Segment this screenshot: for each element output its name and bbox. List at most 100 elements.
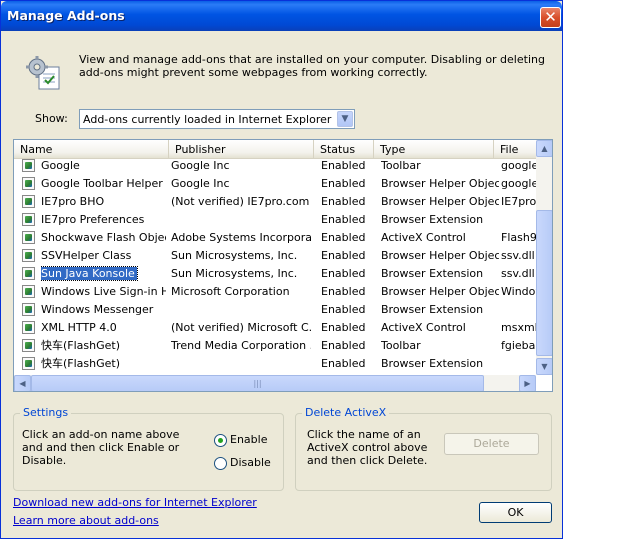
addon-icon [22, 159, 35, 172]
learn-more-link[interactable]: Learn more about add-ons [13, 514, 159, 527]
cell-status: Enabled [321, 213, 366, 226]
chevron-down-icon[interactable]: ▼ [337, 111, 353, 127]
cell-type: Browser Helper Object [381, 195, 499, 208]
vertical-scroll-thumb[interactable] [536, 210, 552, 356]
cell-publisher [171, 211, 311, 229]
cell-status: Enabled [321, 231, 366, 244]
table-row[interactable]: Google Google Inc Enabled Toolbar googlet [14, 157, 536, 175]
addon-icon [22, 195, 35, 208]
cell-file: IE7pro [501, 195, 536, 208]
scroll-down-icon[interactable]: ▼ [536, 358, 552, 375]
cell-status: Enabled [321, 285, 366, 298]
table-row[interactable]: Shockwave Flash Object Adobe Systems Inco… [14, 229, 536, 247]
cell-publisher [171, 301, 311, 319]
close-button[interactable]: ✕ [540, 7, 561, 28]
manage-addons-dialog: Manage Add-ons ✕ View and manage add-ons… [0, 0, 563, 539]
cell-file: ssv.dll [501, 249, 535, 262]
cell-status: Enabled [321, 195, 366, 208]
horizontal-scroll-thumb[interactable]: ||| [31, 375, 484, 391]
cell-type: Browser Extension [381, 267, 484, 280]
cell-type: Toolbar [381, 159, 421, 172]
cell-publisher: Sun Microsystems, Inc. [171, 249, 298, 262]
cell-publisher: (Not verified) IE7pro.com [171, 195, 310, 208]
addon-icon [22, 339, 35, 352]
title-bar[interactable]: Manage Add-ons ✕ [1, 1, 562, 31]
table-row[interactable]: IE7pro Preferences Enabled Browser Extensi… [14, 211, 536, 229]
cell-name: Sun Java Konsole [41, 265, 166, 283]
list-rows: GoogleGoogle IncEnabledToolbargoogletGoo… [14, 157, 536, 375]
cell-name: Shockwave Flash Object [41, 231, 166, 244]
enable-label[interactable]: Enable [230, 433, 267, 446]
cell-type: Browser Helper Object [381, 177, 499, 190]
vertical-scrollbar[interactable]: ▲ ▼ [536, 140, 552, 375]
cell-status: Enabled [321, 339, 366, 352]
scroll-right-icon[interactable]: ▶ [519, 375, 536, 391]
addon-icon [22, 321, 35, 334]
radio-disable-circle[interactable] [214, 457, 227, 470]
selected-name[interactable]: Sun Java Konsole [41, 266, 138, 281]
cell-type: Toolbar [381, 339, 421, 352]
show-dropdown-value: Add-ons currently loaded in Internet Exp… [83, 113, 332, 126]
cell-type: Browser Extension [381, 357, 484, 370]
radio-enable-circle[interactable] [214, 434, 227, 447]
add-ons-gear-icon [26, 56, 60, 90]
cell-status: Enabled [321, 177, 366, 190]
horizontal-scrollbar[interactable]: ◀ ||| ▶ [14, 375, 536, 391]
settings-title: Settings [20, 406, 72, 420]
cell-file [501, 211, 536, 229]
cell-publisher: Trend Media Corporation ... [171, 339, 311, 352]
cell-name: Google [41, 159, 80, 172]
table-row[interactable]: Sun Java Konsole Sun Microsystems, Inc. En… [14, 265, 536, 283]
scroll-up-icon[interactable]: ▲ [536, 140, 552, 157]
addons-list[interactable]: Name Publisher Status Type File Google Go… [13, 139, 553, 392]
delete-activex-text: Click the name of an ActiveX control abo… [307, 428, 428, 467]
cell-status: Enabled [321, 357, 366, 370]
cell-publisher: Google Inc [171, 177, 230, 190]
cell-status: Enabled [321, 159, 366, 172]
cell-type: ActiveX Control [381, 321, 466, 334]
settings-group: Settings Click an add-on name above and … [13, 406, 284, 491]
cell-publisher [171, 355, 311, 373]
table-row[interactable]: SSVHelper Class Sun Microsystems, Inc. Ena… [14, 247, 536, 265]
cell-name: SSVHelper Class [41, 249, 132, 262]
settings-text: Click an add-on name above and and then … [22, 428, 180, 467]
show-dropdown[interactable]: Add-ons currently loaded in Internet Exp… [79, 109, 355, 129]
addon-icon [22, 285, 35, 298]
cell-status: Enabled [321, 321, 366, 334]
intro-text: View and manage add-ons that are install… [79, 53, 545, 79]
scroll-left-icon[interactable]: ◀ [14, 375, 31, 391]
cell-type: Browser Helper Object [381, 285, 499, 298]
disable-label[interactable]: Disable [230, 456, 271, 469]
cell-file: Flash9b [501, 231, 536, 244]
cell-publisher: Sun Microsystems, Inc. [171, 267, 298, 280]
addon-icon [22, 357, 35, 370]
cell-publisher: Microsoft Corporation [171, 285, 290, 298]
cell-status: Enabled [321, 303, 366, 316]
addon-icon [22, 213, 35, 226]
cell-name: 快车(FlashGet) [41, 339, 121, 352]
cell-name: Windows Live Sign-in H... [41, 285, 166, 298]
table-row[interactable]: Windows Live Sign-in H... Microsoft Corpo… [14, 283, 536, 301]
addon-icon [22, 249, 35, 262]
cell-name: XML HTTP 4.0 [41, 321, 117, 334]
cell-publisher: Adobe Systems Incorpora... [171, 231, 311, 244]
cell-publisher: (Not verified) Microsoft C... [171, 321, 311, 334]
table-row[interactable]: Windows Messenger Enabled Browser Extensio… [14, 301, 536, 319]
table-row[interactable]: IE7pro BHO (Not verified) IE7pro.com Enabl… [14, 193, 536, 211]
table-row[interactable]: Google Toolbar Helper Google Inc Enabled Br… [14, 175, 536, 193]
cell-type: ActiveX Control [381, 231, 466, 244]
table-row[interactable]: 快车(FlashGet) Enabled Browser Extension [14, 355, 536, 373]
delete-button[interactable]: Delete [444, 433, 539, 455]
table-row[interactable]: XML HTTP 4.0 (Not verified) Microsoft C..… [14, 319, 536, 337]
cell-type: Browser Helper Object [381, 249, 499, 262]
delete-activex-title: Delete ActiveX [302, 406, 390, 420]
cell-status: Enabled [321, 267, 366, 280]
cell-name: 快车(FlashGet) [41, 357, 121, 370]
download-addons-link[interactable]: Download new add-ons for Internet Explor… [13, 496, 257, 509]
table-row[interactable]: 快车(FlashGet) Trend Media Corporation ... E… [14, 337, 536, 355]
cell-type: Browser Extension [381, 213, 484, 226]
cell-publisher: Google Inc [171, 159, 230, 172]
ok-button[interactable]: OK [479, 502, 552, 523]
close-icon: ✕ [544, 8, 557, 26]
cell-name: Windows Messenger [41, 303, 154, 316]
